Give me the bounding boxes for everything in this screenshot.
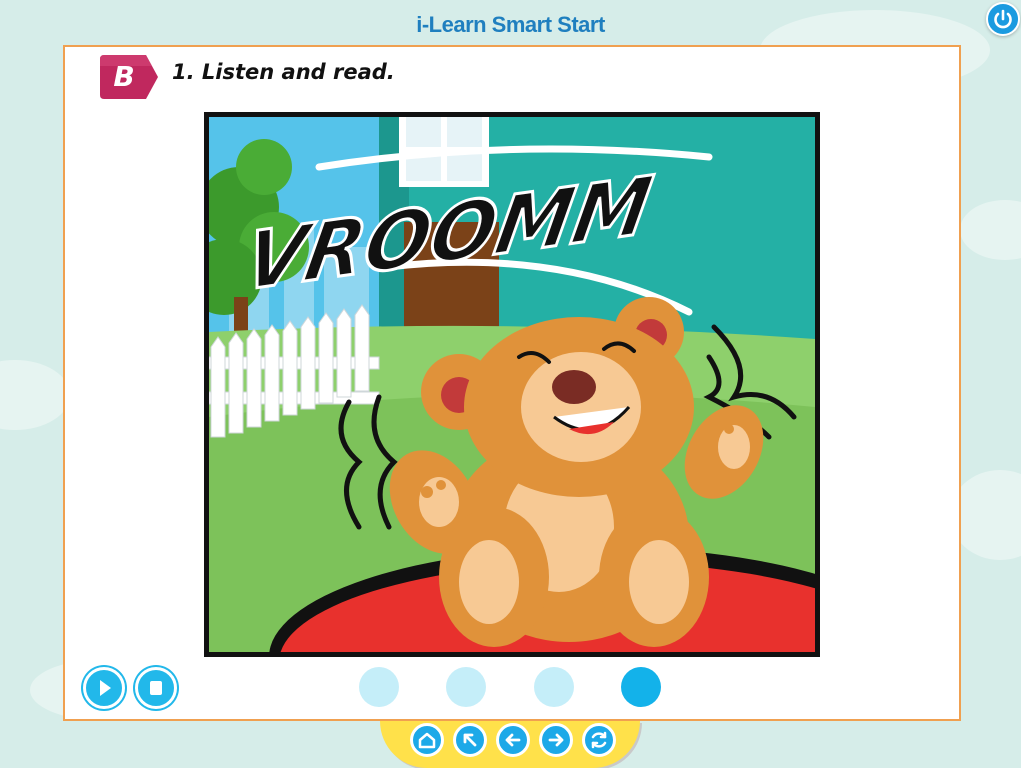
previous-button[interactable] <box>496 723 530 757</box>
page-dot-2[interactable] <box>446 667 486 707</box>
power-button[interactable] <box>986 2 1020 36</box>
page-dot-4[interactable] <box>621 667 661 707</box>
home-icon <box>418 732 436 749</box>
arrow-right-icon <box>548 733 564 747</box>
section-letter: B <box>113 60 135 93</box>
teddy-bear-illustration: VROOMM <box>204 112 820 657</box>
stop-icon <box>150 681 162 695</box>
refresh-icon <box>591 731 607 749</box>
play-icon <box>100 680 111 696</box>
play-button[interactable] <box>83 667 125 709</box>
content-panel: B 1. Listen and read. VROOMM <box>63 45 961 721</box>
page-dot-1[interactable] <box>359 667 399 707</box>
navigation-bar <box>380 721 640 768</box>
section-badge: B <box>100 55 160 99</box>
background-cloud <box>960 200 1021 260</box>
back-to-menu-button[interactable] <box>453 723 487 757</box>
arrow-up-left-icon <box>463 733 477 747</box>
instruction-text: 1. Listen and read. <box>172 60 395 84</box>
refresh-button[interactable] <box>582 723 616 757</box>
page-dot-3[interactable] <box>534 667 574 707</box>
power-icon <box>994 9 1012 29</box>
next-button[interactable] <box>539 723 573 757</box>
app-title: i-Learn Smart Start <box>416 12 605 37</box>
home-button[interactable] <box>410 723 444 757</box>
stop-button[interactable] <box>135 667 177 709</box>
arrow-left-icon <box>505 733 521 747</box>
background-cloud <box>0 360 70 430</box>
